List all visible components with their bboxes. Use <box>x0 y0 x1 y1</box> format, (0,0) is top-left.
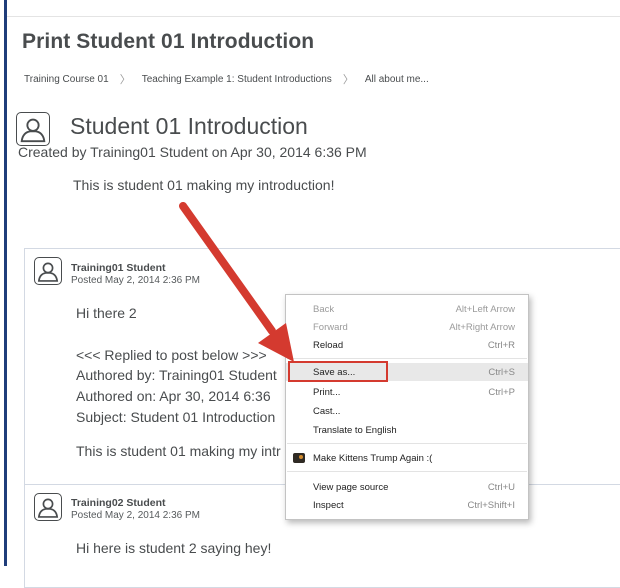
topic-title: Student 01 Introduction <box>70 113 308 139</box>
user-avatar-icon <box>34 257 62 285</box>
post-author[interactable]: Training01 Student <box>71 262 166 274</box>
menu-separator <box>287 358 527 359</box>
post-text: This is student 01 making my intr <box>76 443 281 459</box>
breadcrumb-separator-icon: 〉 <box>119 74 131 86</box>
breadcrumb-link-topic[interactable]: Teaching Example 1: Student Introduction… <box>142 74 332 85</box>
user-avatar-icon <box>34 493 62 521</box>
menu-item-cast[interactable]: Cast... <box>286 402 528 420</box>
topic-body: This is student 01 making my introductio… <box>73 177 335 193</box>
breadcrumb-link-course[interactable]: Training Course 01 <box>24 74 109 85</box>
menu-separator <box>287 471 527 472</box>
menu-item-back[interactable]: Back Alt+Left Arrow <box>286 300 528 318</box>
save-as-highlight-box <box>288 361 388 382</box>
left-accent-bar <box>4 0 7 566</box>
kitten-extension-icon <box>293 453 305 463</box>
user-avatar-icon <box>16 112 50 146</box>
post-date: Posted May 2, 2014 2:36 PM <box>71 510 200 521</box>
header-divider <box>7 16 620 17</box>
menu-item-translate[interactable]: Translate to English <box>286 421 528 439</box>
menu-item-reload[interactable]: Reload Ctrl+R <box>286 336 528 354</box>
menu-item-print[interactable]: Print... Ctrl+P <box>286 383 528 401</box>
post-text: Authored on: Apr 30, 2014 6:36 <box>76 388 271 404</box>
post-author[interactable]: Training02 Student <box>71 497 166 509</box>
menu-item-view-source[interactable]: View page source Ctrl+U <box>286 478 528 496</box>
post-text: <<< Replied to post below >>> <box>76 347 267 363</box>
post-text: Authored by: Training01 Student <box>76 367 277 383</box>
post-text: Hi there 2 <box>76 305 137 321</box>
breadcrumb-separator-icon: 〉 <box>342 74 354 86</box>
context-menu: Back Alt+Left Arrow Forward Alt+Right Arro… <box>285 294 529 520</box>
breadcrumb-current: All about me... <box>364 73 429 85</box>
post-text: Subject: Student 01 Introduction <box>76 409 276 425</box>
breadcrumb: Training Course 01 〉 Teaching Example 1:… <box>24 71 429 87</box>
menu-item-inspect[interactable]: Inspect Ctrl+Shift+I <box>286 496 528 514</box>
post-text: Hi here is student 2 saying hey! <box>76 540 272 556</box>
menu-item-forward[interactable]: Forward Alt+Right Arrow <box>286 318 528 336</box>
page-title: Print Student 01 Introduction <box>22 30 315 53</box>
topic-created-by: Created by Training01 Student on Apr 30,… <box>18 144 367 160</box>
menu-item-extension[interactable]: Make Kittens Trump Again :( <box>286 449 528 467</box>
post-date: Posted May 2, 2014 2:36 PM <box>71 275 200 286</box>
menu-separator <box>287 443 527 444</box>
